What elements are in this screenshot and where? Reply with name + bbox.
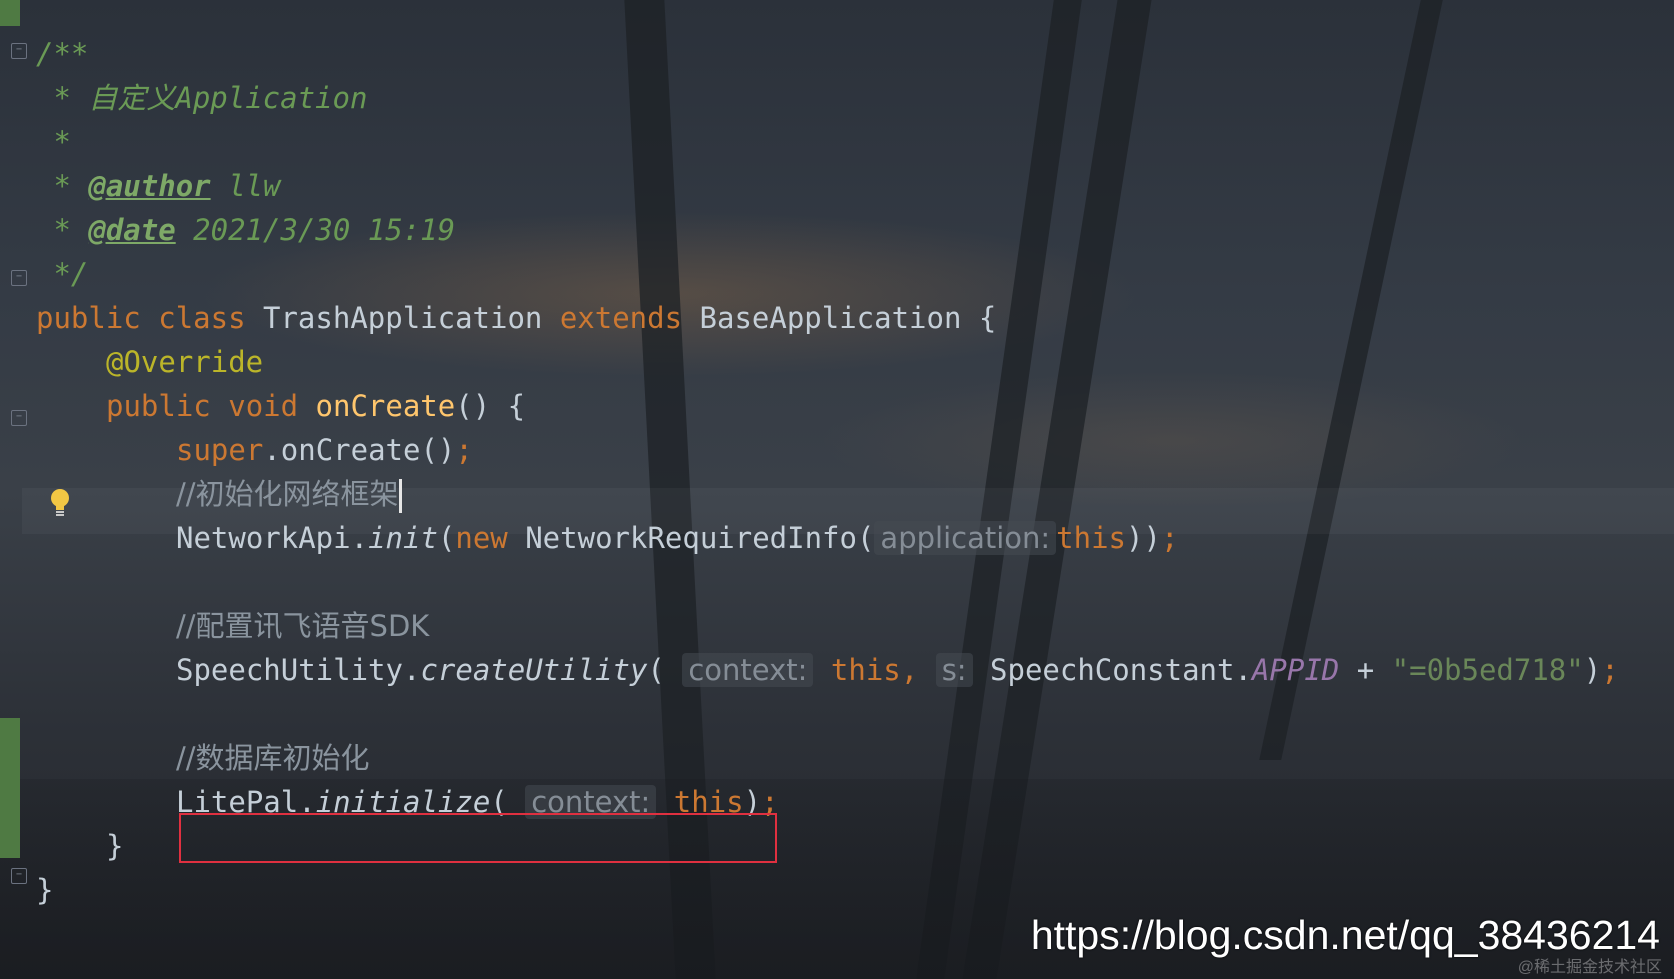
doc-tag-author: @author (88, 169, 211, 203)
doc-comment: /** (36, 37, 89, 71)
code-line: } (36, 868, 53, 912)
code-line: /** (36, 32, 88, 76)
code-text: .onCreate() (263, 433, 456, 467)
code-text: ( (647, 653, 665, 687)
code-text: ) (1583, 653, 1602, 687)
code-line: * @date 2021/3/30 15:19 (36, 208, 455, 252)
closing-brace: } (36, 873, 54, 907)
text-caret (398, 479, 402, 513)
keyword: public (106, 389, 211, 423)
method-call: createUtility (420, 653, 648, 687)
annotation: @Override (106, 345, 264, 379)
code-line: public class TrashApplication extends Ba… (36, 296, 996, 340)
vcs-change-marker (0, 0, 20, 26)
doc-comment: * (36, 213, 89, 247)
code-line: * 自定义Application (36, 76, 367, 120)
class-name: BaseApplication { (699, 301, 997, 335)
code-line: * @author llw (36, 164, 280, 208)
fold-icon[interactable]: − (11, 410, 27, 426)
highlight-box (179, 813, 777, 863)
fold-icon[interactable]: − (11, 868, 27, 884)
closing-brace: } (106, 829, 124, 863)
editor-gutter (0, 0, 22, 979)
keyword: this, (830, 653, 919, 687)
parameter-hint: application: (874, 521, 1057, 555)
code-line: SpeechUtility.createUtility( context: th… (176, 648, 1619, 692)
code-line: //初始化网络框架 (176, 472, 402, 516)
fold-icon[interactable]: − (11, 43, 27, 59)
code-line: //配置讯飞语音SDK (176, 604, 429, 648)
keyword: extends (559, 301, 683, 335)
code-line: } (106, 824, 123, 868)
method-name: onCreate (315, 389, 456, 423)
keyword: super (176, 433, 264, 467)
watermark-faint: @稀土掘金技术社区 (1517, 959, 1662, 976)
code-text: SpeechUtility. (176, 653, 421, 687)
doc-comment: llw (210, 169, 281, 203)
code-line: * (36, 120, 71, 164)
semicolon: ; (1601, 653, 1619, 687)
semicolon: ; (455, 433, 473, 467)
code-line: super.onCreate(); (176, 428, 473, 472)
code-line: NetworkApi.init(new NetworkRequiredInfo(… (176, 516, 1178, 560)
doc-comment: * (36, 169, 89, 203)
code-line: @Override (106, 340, 263, 384)
method-call: init (368, 521, 438, 555)
class-name: TrashApplication (263, 301, 543, 335)
code-line: */ (36, 252, 88, 296)
line-comment: //数据库初始化 (176, 741, 370, 775)
line-comment: //配置讯飞语音SDK (176, 609, 430, 643)
parameter-hint: s: (935, 653, 973, 687)
doc-comment: */ (36, 257, 89, 291)
string-literal: "=0b5ed718" (1391, 653, 1584, 687)
code-text: NetworkRequiredInfo( (507, 521, 875, 555)
code-text: NetworkApi. (176, 521, 369, 555)
keyword: new (455, 521, 508, 555)
watermark-url: https://blog.csdn.net/qq_38436214 (1030, 912, 1660, 958)
code-text: + (1339, 653, 1392, 687)
doc-comment: * 自定义Application (36, 81, 368, 115)
doc-comment: * (36, 125, 71, 159)
vcs-change-marker (0, 718, 20, 858)
constant: APPID (1251, 653, 1340, 687)
code-line: //数据库初始化 (176, 736, 370, 780)
code-text: )) (1126, 521, 1161, 555)
fold-icon[interactable]: − (11, 270, 27, 286)
keyword: void (228, 389, 299, 423)
keyword: this (1056, 521, 1127, 555)
line-comment: //初始化网络框架 (176, 477, 399, 511)
doc-comment: 2021/3/30 15:19 (175, 213, 456, 247)
doc-tag-date: @date (88, 213, 176, 247)
parameter-hint: context: (682, 653, 814, 687)
code-line: public void onCreate() { (106, 384, 525, 428)
code-text: () { (455, 389, 526, 423)
code-text: SpeechConstant. (990, 653, 1252, 687)
keyword: public (36, 301, 141, 335)
code-text: ( (437, 521, 456, 555)
lightbulb-icon[interactable] (50, 488, 70, 520)
keyword: class (158, 301, 246, 335)
semicolon: ; (1160, 521, 1179, 555)
